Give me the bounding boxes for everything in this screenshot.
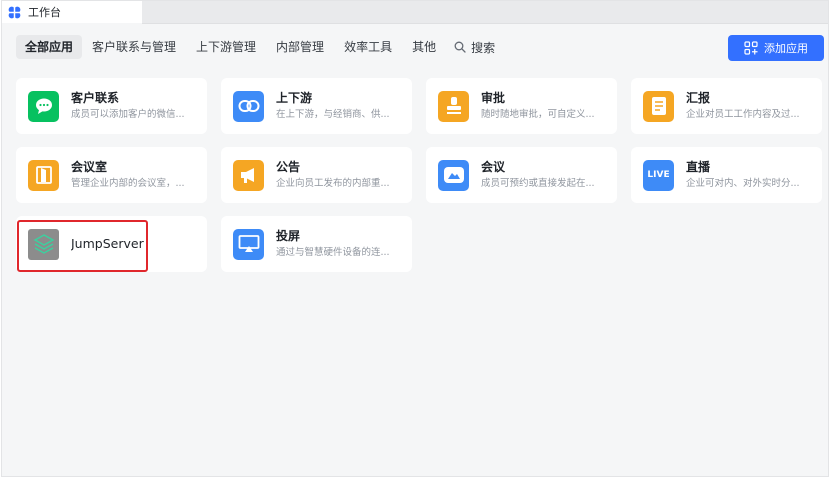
app-description: 成员可以添加客户的微信... bbox=[71, 109, 185, 120]
door-icon bbox=[28, 159, 59, 191]
jumpserver-icon bbox=[28, 228, 59, 260]
app-card-live[interactable]: LIVE 直播 企业可对内、对外实时分... bbox=[631, 147, 822, 203]
app-name: 客户联系 bbox=[71, 91, 120, 105]
search-button[interactable]: 搜索 bbox=[446, 39, 503, 56]
app-name: JumpServer bbox=[71, 236, 144, 251]
megaphone-icon bbox=[233, 159, 264, 191]
app-name: 投屏 bbox=[276, 229, 301, 243]
window-tab[interactable]: 工作台 bbox=[2, 1, 142, 23]
app-name: 会议室 bbox=[71, 160, 108, 174]
tab-other[interactable]: 其他 bbox=[402, 35, 446, 59]
app-name: 公告 bbox=[276, 160, 301, 174]
add-app-button[interactable]: 添加应用 bbox=[728, 35, 824, 61]
link-icon bbox=[233, 90, 264, 122]
meeting-icon bbox=[438, 159, 469, 191]
app-description: 企业可对内、对外实时分... bbox=[686, 178, 800, 189]
tab-upstream-downstream[interactable]: 上下游管理 bbox=[186, 35, 266, 59]
app-name: 审批 bbox=[481, 91, 506, 105]
app-description: 随时随地审批，可自定义... bbox=[481, 109, 595, 120]
app-description: 成员可预约或直接发起在... bbox=[481, 178, 595, 189]
workbench-logo-icon bbox=[8, 5, 21, 19]
tab-customer-contact[interactable]: 客户联系与管理 bbox=[82, 35, 186, 59]
app-card-customer-contact[interactable]: 客户联系 成员可以添加客户的微信... bbox=[16, 78, 207, 134]
tab-all-apps[interactable]: 全部应用 bbox=[16, 35, 83, 59]
window-title: 工作台 bbox=[28, 6, 61, 19]
search-label: 搜索 bbox=[471, 40, 496, 55]
app-description: 在上下游，与经销商、供... bbox=[276, 109, 390, 120]
live-icon: LIVE bbox=[643, 159, 674, 191]
stamp-icon bbox=[438, 90, 469, 122]
app-card-meeting-room[interactable]: 会议室 管理企业内部的会议室，... bbox=[16, 147, 207, 203]
app-name: 会议 bbox=[481, 160, 506, 174]
app-description: 通过与智慧硬件设备的连... bbox=[276, 247, 390, 258]
app-card-approval[interactable]: 审批 随时随地审批，可自定义... bbox=[426, 78, 617, 134]
workbench-window: 工作台 全部应用 客户联系与管理 上下游管理 内部管理 效率工具 其他 搜索 添… bbox=[1, 0, 829, 477]
category-tabs: 全部应用 客户联系与管理 上下游管理 内部管理 效率工具 其他 搜索 bbox=[16, 35, 503, 59]
app-name: 直播 bbox=[686, 160, 711, 174]
app-description: 企业对员工工作内容及过... bbox=[686, 109, 800, 120]
app-name: 汇报 bbox=[686, 91, 711, 105]
report-icon bbox=[643, 90, 674, 122]
app-description: 管理企业内部的会议室，... bbox=[71, 178, 185, 189]
title-bar: 工作台 bbox=[2, 1, 828, 24]
live-badge: LIVE bbox=[647, 170, 670, 180]
app-card-jumpserver[interactable]: JumpServer bbox=[16, 216, 207, 272]
app-card-announcement[interactable]: 公告 企业向员工发布的内部重... bbox=[221, 147, 412, 203]
app-description: 企业向员工发布的内部重... bbox=[276, 178, 390, 189]
screen-cast-icon bbox=[233, 228, 264, 260]
title-bar-empty bbox=[142, 1, 828, 24]
wechat-icon bbox=[28, 90, 59, 122]
tab-internal-management[interactable]: 内部管理 bbox=[266, 35, 334, 59]
add-app-icon bbox=[744, 41, 758, 55]
app-card-report[interactable]: 汇报 企业对员工工作内容及过... bbox=[631, 78, 822, 134]
add-app-label: 添加应用 bbox=[764, 42, 808, 55]
search-icon bbox=[454, 41, 466, 53]
tab-efficiency-tools[interactable]: 效率工具 bbox=[334, 35, 402, 59]
app-card-meeting[interactable]: 会议 成员可预约或直接发起在... bbox=[426, 147, 617, 203]
app-name: 上下游 bbox=[276, 91, 313, 105]
app-card-screen-cast[interactable]: 投屏 通过与智慧硬件设备的连... bbox=[221, 216, 412, 272]
app-card-upstream-downstream[interactable]: 上下游 在上下游，与经销商、供... bbox=[221, 78, 412, 134]
